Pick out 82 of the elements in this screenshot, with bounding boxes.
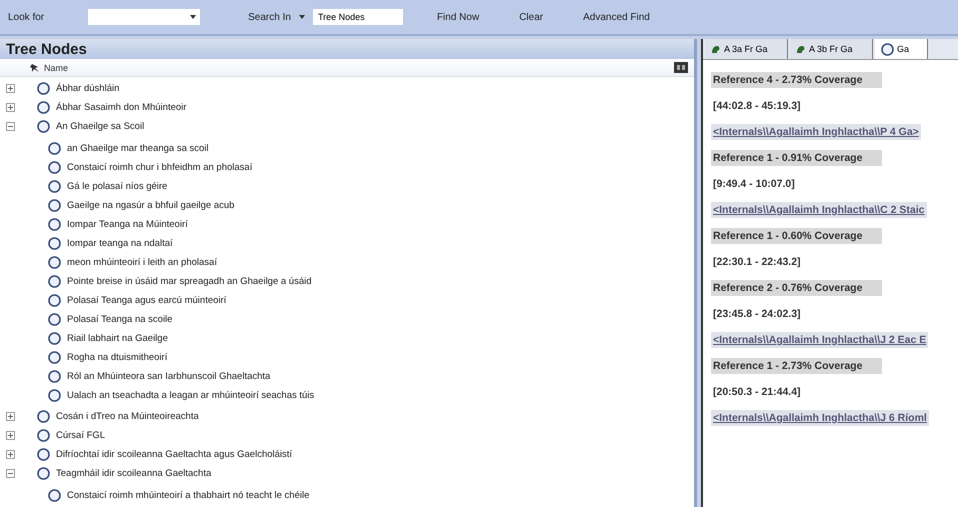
reference-heading: Reference 1 - 0.91% Coverage [711, 150, 882, 166]
node-icon [48, 199, 61, 212]
tab[interactable]: A 3b Fr Ga [790, 39, 873, 59]
reference-heading: Reference 1 - 2.73% Coverage [711, 358, 882, 374]
collapse-icon[interactable] [6, 122, 15, 131]
source-link[interactable]: <Internals\\Agallaimh Inghlactha\\J 6 Ríoml [711, 410, 929, 426]
expand-icon[interactable] [6, 431, 15, 440]
search-in-field[interactable]: Tree Nodes [312, 9, 403, 25]
time-range: [22:30.1 - 22:43.2] [712, 255, 802, 270]
node-icon [48, 180, 61, 193]
source-link[interactable]: <Internals\\Agallaimh Inghlactha\\J 2 Eac E [711, 332, 928, 348]
node-icon [37, 448, 50, 461]
tree-node[interactable]: an Ghaeilge mar theanga sa scoil [67, 143, 209, 154]
tree-node[interactable]: Gá le polasaí níos géire [67, 181, 168, 192]
tree-node[interactable]: Teagmháil idir scoileanna Gaeltachta [56, 468, 212, 479]
tree-node[interactable]: Constaicí roimh mhúinteoirí a thabhairt nó teacht le chéile [67, 490, 310, 501]
toolbar-button[interactable]: Clear [513, 10, 550, 24]
reference-heading: Reference 2 - 0.76% Coverage [711, 280, 882, 296]
expand-icon[interactable] [6, 412, 15, 421]
tree-node[interactable]: Ábhar dúshláin [56, 83, 120, 94]
pin-icon [30, 62, 40, 72]
toolbar-button[interactable]: Find Now [430, 10, 486, 24]
search-in-label: Search In [248, 12, 291, 22]
node-icon [48, 237, 61, 250]
expand-icon[interactable] [6, 84, 15, 93]
node-icon [48, 218, 61, 231]
column-label: Name [44, 62, 68, 72]
tree-node[interactable]: meon mhúinteoirí i leith an pholasaí [67, 257, 217, 268]
tree-node[interactable]: Ualach an tseachadta a leagan ar mhúinteoirí seachas túis [67, 390, 314, 401]
node-icon [37, 467, 50, 480]
collapse-icon[interactable] [6, 469, 15, 478]
tree-node[interactable]: Cosán i dTreo na Múinteoireachta [56, 411, 199, 422]
node-icon [881, 42, 894, 56]
tab[interactable]: A 3a Fr Ga [705, 39, 788, 59]
tree-node[interactable]: Iompar Teanga na Múinteoirí [67, 219, 188, 230]
tab[interactable]: Ga [875, 39, 928, 59]
time-range: [20:50.3 - 21:44.4] [712, 385, 802, 400]
node-icon [37, 82, 50, 95]
node-icon [37, 120, 50, 133]
node-icon [48, 256, 61, 269]
node-icon [48, 161, 61, 174]
tree-node[interactable]: Polasaí Teanga na scoile [67, 314, 172, 325]
panel-title: Tree Nodes [0, 39, 694, 59]
dropdown-icon[interactable] [190, 15, 196, 19]
time-range: [44:02.8 - 45:19.3] [712, 99, 802, 114]
node-icon [48, 389, 61, 402]
node-icon [37, 429, 50, 442]
tree-node[interactable]: Constaicí roimh chur i bhfeidhm an pholasaí [67, 162, 252, 173]
time-range: [9:49.4 - 10:07.0] [712, 177, 796, 192]
toolbar-button[interactable]: Advanced Find [577, 10, 656, 24]
node-icon [48, 294, 61, 307]
time-range: [23:45.8 - 24:02.3] [712, 307, 802, 322]
reference-heading: Reference 4 - 2.73% Coverage [711, 72, 882, 88]
dropdown-icon[interactable] [298, 15, 305, 19]
look-for-field[interactable] [88, 9, 200, 25]
node-icon [48, 275, 61, 288]
source-link[interactable]: <Internals\\Agallaimh Inghlactha\\C 2 Staic [711, 202, 927, 218]
tree-node[interactable]: Ról an Mhúinteora san Iarbhunscoil Ghaeltachta [67, 371, 270, 382]
node-icon [48, 332, 61, 345]
column-chooser-icon[interactable] [674, 62, 688, 73]
tree-node[interactable]: Gaeilge na ngasúr a bhfuil gaeilge acub [67, 200, 234, 211]
tree-node[interactable]: Difríochtaí idir scoileanna Gaeltachta agus Gaelcholáistí [56, 449, 292, 460]
node-icon [48, 313, 61, 326]
tree-node[interactable]: Polasaí Teanga agus earcú múinteoirí [67, 295, 226, 306]
tree-node[interactable]: Iompar teanga na ndaltaí [67, 238, 173, 249]
tree-node[interactable]: Riail labhairt na Gaeilge [67, 333, 168, 344]
node-icon [48, 489, 61, 502]
tree-node[interactable]: Cúrsaí FGL [56, 430, 106, 441]
expand-icon[interactable] [6, 450, 15, 459]
node-icon [48, 351, 61, 364]
look-for-label: Look for [8, 12, 44, 22]
node-icon [37, 410, 50, 423]
reference-heading: Reference 1 - 0.60% Coverage [711, 228, 882, 244]
node-icon [37, 101, 50, 114]
node-icon [48, 142, 61, 155]
node-icon [48, 370, 61, 383]
tree-node[interactable]: An Ghaeilge sa Scoil [56, 121, 144, 132]
source-link[interactable]: <Internals\\Agallaimh Inghlactha\\P 4 Ga> [711, 124, 921, 140]
tree-node[interactable]: Ábhar Sasaimh don Mhúinteoir [56, 102, 186, 113]
tree-node[interactable]: Rogha na dtuismitheoirí [67, 352, 168, 363]
tree-node[interactable]: Pointe breise in úsáid mar spreagadh an Ghaeilge a úsáid [67, 276, 312, 287]
expand-icon[interactable] [6, 103, 15, 112]
